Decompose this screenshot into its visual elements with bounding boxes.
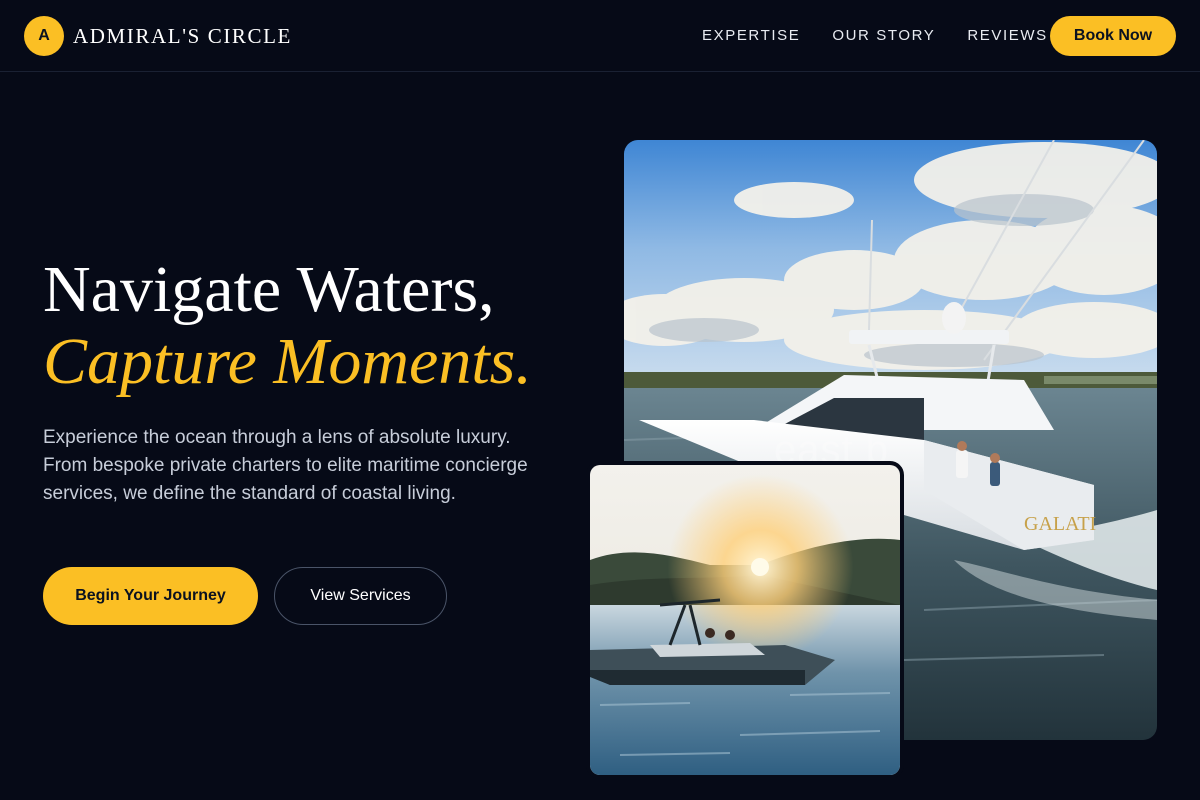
hero-title-line2: Capture Moments. [43, 325, 532, 398]
brand-name: ADMIRAL'S CIRCLE [73, 23, 292, 48]
nav-links: EXPERTISE OUR STORY REVIEWS [702, 26, 1048, 46]
hero-title-line1: Navigate Waters, [43, 253, 495, 326]
view-services-button[interactable]: View Services [274, 567, 447, 625]
nav-link-expertise[interactable]: EXPERTISE [702, 26, 800, 46]
nav-link-our-story[interactable]: OUR STORY [832, 26, 935, 46]
hero-description: Experience the ocean through a lens of a… [43, 427, 528, 504]
book-now-button[interactable]: Book Now [1050, 16, 1176, 56]
nav-link-reviews[interactable]: REVIEWS [967, 26, 1047, 46]
begin-journey-button[interactable]: Begin Your Journey [43, 567, 258, 625]
wakeboat-photo-illustration [590, 465, 900, 775]
brand-badge: A [24, 16, 64, 56]
wakeboat-photo-inset [586, 461, 904, 779]
top-navbar: A ADMIRAL'S CIRCLE EXPERTISE OUR STORY R… [0, 0, 1200, 72]
brand-logo[interactable]: A ADMIRAL'S CIRCLE [24, 16, 292, 56]
boat-name-text: GALATI [1024, 513, 1096, 535]
hero-title: Navigate Waters, Capture Moments. [43, 254, 603, 398]
